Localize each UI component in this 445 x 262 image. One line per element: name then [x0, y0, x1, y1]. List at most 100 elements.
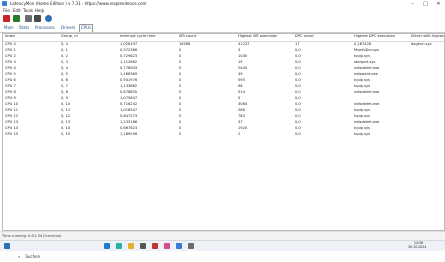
tab-main[interactable]: Main [3, 25, 15, 31]
table-cell: 0,0 [295, 108, 301, 112]
app-window: LatencyMon (Home Edition ) v 7.31 - http… [0, 0, 445, 241]
taskbar-app-icon[interactable] [188, 243, 194, 249]
report-icon[interactable] [34, 15, 41, 22]
table-cell: 41237 [238, 42, 250, 46]
table-cell: tcpip.sys [354, 78, 370, 82]
clock-date[interactable]: 30.10.2024 [408, 245, 426, 249]
search-label: Suchen [25, 254, 41, 259]
table-cell: 0,0 [295, 54, 301, 58]
table-cell: 0, 11 [61, 108, 71, 112]
column-header[interactable]: ISR count [179, 34, 237, 40]
table-cell: 0,0 [295, 120, 301, 124]
table-cell: 16266 [179, 42, 191, 46]
table-cell: 0,0 [295, 96, 301, 100]
play-icon[interactable] [13, 15, 20, 22]
settings-icon[interactable] [25, 15, 32, 22]
table-cell: 0, 1 [61, 48, 68, 52]
folder-icon[interactable] [128, 243, 134, 249]
taskbar-app-icon[interactable] [152, 243, 158, 249]
taskbar: ⌕ Suchen 14:56 30.10.2024 [0, 240, 445, 259]
table-cell: ndiswant.exe [354, 72, 378, 76]
close-button[interactable]: ✕ [432, 0, 445, 8]
table-row[interactable]: CPU 12 0, 12 0,647273 0 783 0,0 tcpip.sys [3, 114, 444, 120]
start-icon[interactable] [4, 243, 10, 249]
tab-cpus[interactable]: CPUs [79, 24, 94, 32]
table-cell: CPU 0 [5, 42, 16, 46]
table-cell: CPU 4 [5, 66, 16, 70]
app-icon[interactable] [116, 243, 122, 249]
table-cell: storport.sys [354, 60, 376, 64]
table-row[interactable]: CPU 8 0, 8 0,678835 0 514 0,0 ndisdelmt.exe [3, 90, 444, 96]
table-cell: 3084 [238, 102, 248, 106]
column-header[interactable]: Driver with highest [411, 34, 444, 40]
table-cell: 0, 12 [61, 114, 71, 118]
tab-strip: Main Stats Processes Drivers CPUs [0, 24, 445, 33]
taskbar-app-icon[interactable] [164, 243, 170, 249]
table-row[interactable]: CPU 4 0, 4 0,778943 0 2445 0,0 ndisdelmt.exe [3, 66, 444, 72]
table-cell: 0 [179, 102, 182, 106]
edge-icon[interactable] [104, 243, 110, 249]
table-cell: 1920 [238, 126, 248, 130]
table-cell: 0 [179, 90, 182, 94]
table-row[interactable]: CPU 2 0, 2 0,729823 0 1030 0,0 tcpip.sys [3, 54, 444, 60]
table-row[interactable]: CPU 3 0, 3 1,112682 0 19 0,0 storport.sys [3, 60, 444, 66]
table-row[interactable]: CPU 7 0, 7 1,133662 0 96 0,0 tcpip.sys [3, 84, 444, 90]
column-header[interactable]: Highest ISR execution [238, 34, 293, 40]
table-cell: 0 [179, 66, 182, 70]
table-cell: 0,0 [295, 60, 301, 64]
table-row[interactable]: CPU 14 0, 14 0,667623 0 1920 0,0 tcpip.sys [3, 126, 444, 132]
table-cell: 0,0 [295, 132, 301, 136]
table-cell: 0,931976 [120, 78, 138, 82]
table-cell: 0 [179, 108, 182, 112]
tab-drivers[interactable]: Drivers [60, 25, 76, 31]
table-cell: tcpip.sys [354, 126, 370, 130]
table-cell: ndisdelmt.exe [354, 66, 380, 70]
table-cell: CPU 1 [5, 48, 16, 52]
table-row[interactable]: CPU 15 0, 15 1,189056 0 2 0,0 tcpip.sys [3, 132, 444, 138]
table-cell: CPU 5 [5, 72, 16, 76]
stop-icon[interactable] [3, 15, 10, 22]
table-cell: 0, 8 [61, 90, 68, 94]
table-cell: 2445 [238, 66, 248, 70]
help-icon[interactable] [45, 15, 52, 22]
table-row[interactable]: CPU 13 0, 13 1,233186 0 37 0,0 ndisdelmt.exe [3, 120, 444, 126]
table-cell: 0 [179, 132, 182, 136]
table-cell: CPU 9 [5, 96, 16, 100]
table-cell: 0, 10 [61, 102, 71, 106]
maximize-button[interactable]: □ [419, 0, 432, 8]
app-icon [2, 1, 7, 6]
latencymon-taskbar-icon[interactable] [176, 243, 182, 249]
table-cell: 1030 [238, 54, 248, 58]
table-row[interactable]: CPU 1 0, 1 0,972386 0 3 0,0 MsinfoDrv.sys [3, 48, 444, 54]
tab-stats[interactable]: Stats [18, 25, 30, 31]
table-row[interactable]: CPU 0 0, 0 1,026197 16266 41237 17 0,167426 dxg… [3, 42, 444, 48]
table-row[interactable]: CPU 9 0, 9 1,075647 0 0 0,0 [3, 96, 444, 102]
table-cell: 2 [238, 132, 241, 136]
table-cell: ndisdelmt.exe [354, 120, 380, 124]
table-row[interactable]: CPU 5 0, 5 1,168369 0 49 0,0 ndiswant.exe [3, 72, 444, 78]
column-header[interactable]: Group, nr [61, 34, 119, 40]
column-header[interactable]: DPC count [295, 34, 350, 40]
column-header[interactable]: Highest DPC execution [354, 34, 409, 40]
taskbar-app-icon[interactable] [140, 243, 146, 249]
table-cell: 0, 5 [61, 72, 68, 76]
toolbar [0, 14, 445, 24]
table-cell: 286 [238, 108, 245, 112]
table-cell: 0, 9 [61, 96, 68, 100]
tab-processes[interactable]: Processes [34, 25, 56, 31]
column-header[interactable]: Index [5, 34, 60, 40]
table-cell: ndisdelmt.exe [354, 102, 380, 106]
table-cell: 0,729823 [120, 54, 138, 58]
table-row[interactable]: CPU 11 0, 11 1,018507 0 286 0,0 tcpip.sys [3, 108, 444, 114]
table-cell: 0, 0 [61, 42, 68, 46]
taskbar-search[interactable]: ⌕ Suchen [18, 243, 56, 259]
table-row[interactable]: CPU 6 0, 6 0,931976 0 595 0,0 tcpip.sys [3, 78, 444, 84]
table-cell: CPU 6 [5, 78, 16, 82]
table-row[interactable]: CPU 10 0, 10 0,716242 0 3084 0,0 ndisdelmt.exe [3, 102, 444, 108]
minimize-button[interactable]: – [406, 0, 419, 8]
column-header[interactable]: Interrupt cycle time [120, 34, 178, 40]
table-cell: CPU 15 [5, 132, 19, 136]
table-cell: CPU 11 [5, 108, 19, 112]
table-cell: 0 [179, 60, 182, 64]
table-cell: 0,0 [295, 78, 301, 82]
